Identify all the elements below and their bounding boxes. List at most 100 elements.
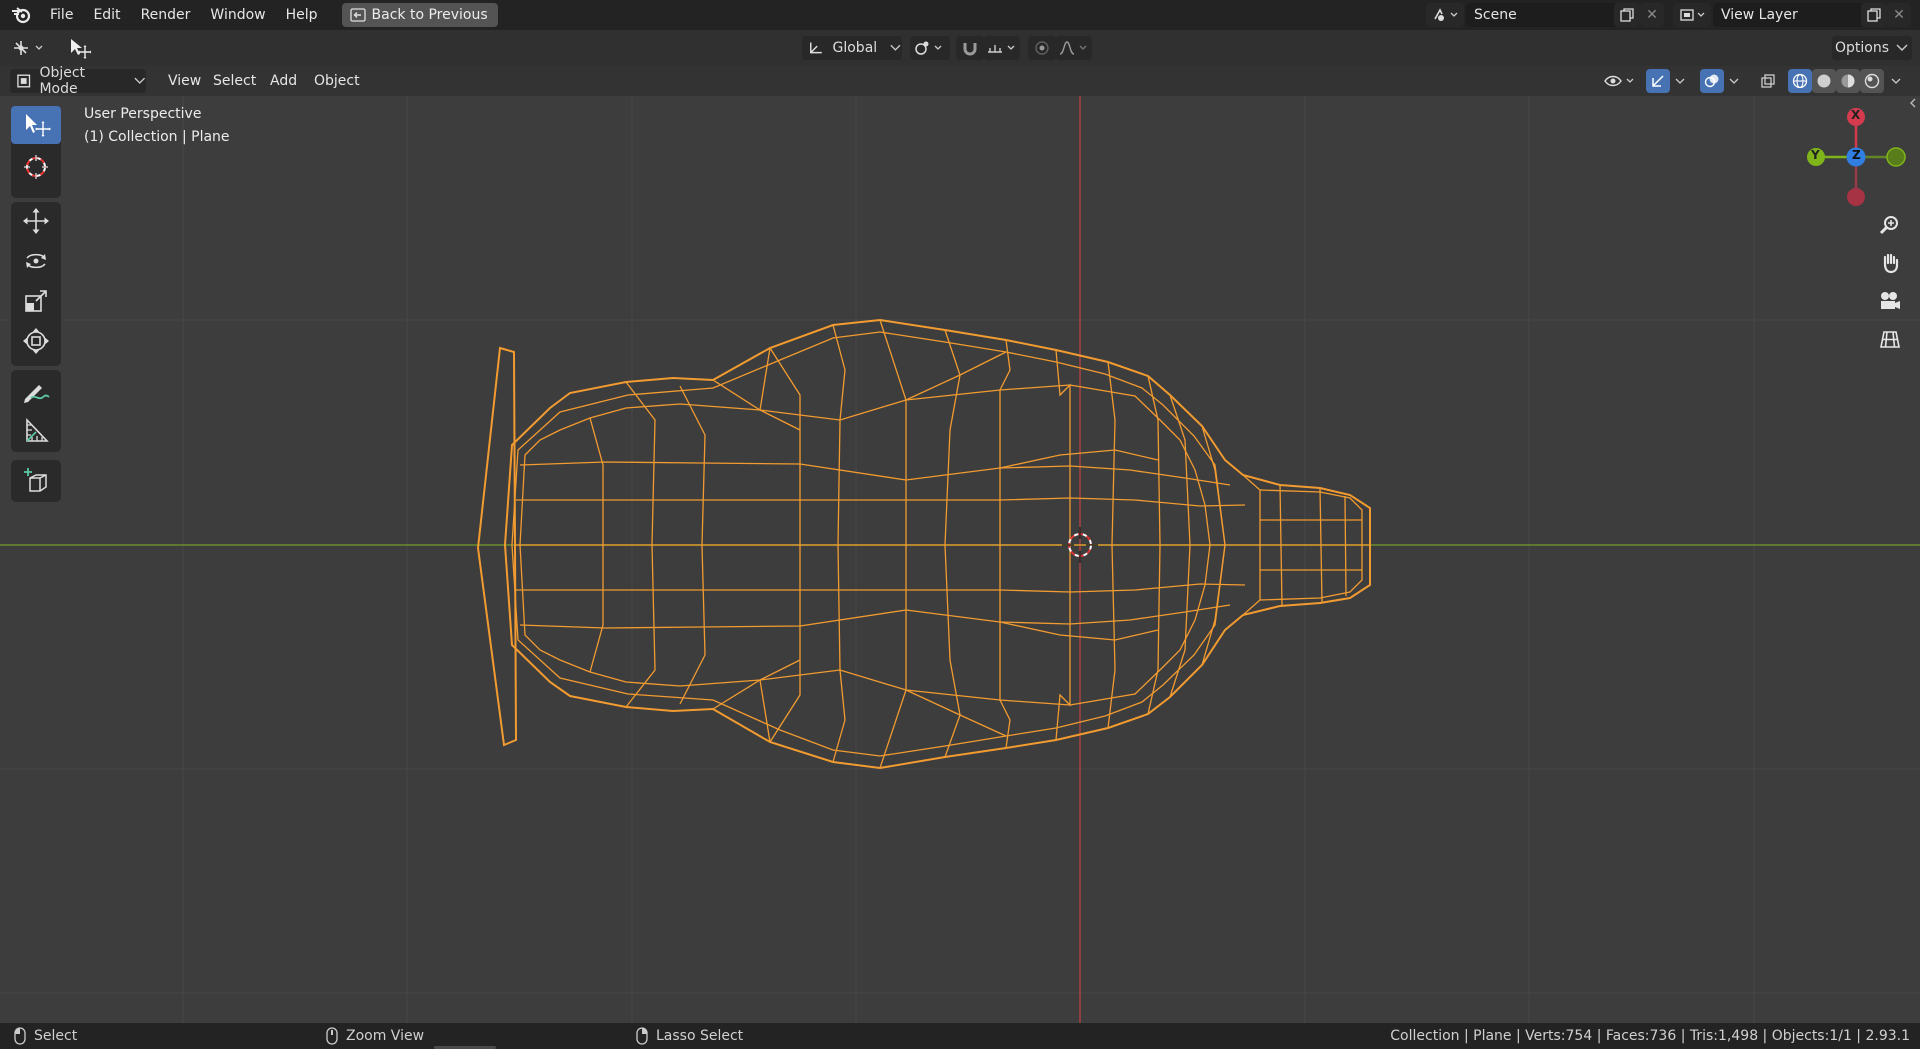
tool-select-box[interactable] [11, 106, 61, 144]
viewport-menu-view[interactable]: View [160, 69, 209, 93]
gizmo-options-dropdown[interactable] [1670, 69, 1690, 93]
scene-stats-text: Collection | Plane | Verts:754 | Faces:7… [1390, 1028, 1910, 1044]
shading-solid-button[interactable] [1812, 69, 1836, 93]
measure-ruler-icon [26, 418, 49, 442]
scale-icon [25, 290, 47, 312]
gizmo-icon [1652, 75, 1664, 87]
material-sphere-icon [1841, 74, 1855, 88]
show-overlays-toggle[interactable] [1700, 69, 1724, 93]
back-to-previous-button[interactable]: Back to Previous [341, 3, 498, 27]
view-layer-name-field[interactable]: View Layer [1713, 3, 1869, 27]
show-gizmo-toggle[interactable] [1646, 69, 1670, 93]
mode-value: Object Mode [39, 65, 86, 97]
zoom-button[interactable] [1875, 210, 1905, 240]
menu-file[interactable]: File [40, 0, 83, 30]
tool-annotate[interactable] [11, 372, 61, 410]
move-icon [23, 208, 49, 234]
close-icon: ✕ [1646, 7, 1658, 23]
chevron-down-icon [890, 44, 901, 51]
gizmo-y-label: Y [1811, 148, 1820, 162]
delete-view-layer-button[interactable]: ✕ [1887, 3, 1911, 27]
visibility-dropdown[interactable] [1600, 69, 1640, 93]
orthographic-toggle-button[interactable] [1875, 324, 1905, 354]
new-view-layer-button[interactable] [1861, 3, 1887, 27]
shading-rendered-button[interactable] [1860, 69, 1884, 93]
sidebar-toggle[interactable] [1906, 96, 1920, 110]
3d-viewport[interactable]: User Perspective (1) Collection | Plane [0, 96, 1920, 1023]
mouse-left-icon [14, 1027, 26, 1045]
transform-orientation-dropdown[interactable]: Global [802, 36, 902, 60]
view-layer-name: View Layer [1721, 7, 1798, 23]
tool-move[interactable] [11, 202, 61, 240]
camera-view-button[interactable] [1875, 286, 1905, 316]
blender-logo-icon[interactable] [8, 0, 34, 30]
select-box-icon [26, 114, 51, 137]
snap-toggle[interactable] [956, 36, 984, 60]
delete-scene-button[interactable]: ✕ [1640, 3, 1664, 27]
object-mode-icon [17, 74, 31, 88]
proportional-falloff-dropdown[interactable] [1056, 36, 1092, 60]
menu-edit[interactable]: Edit [83, 0, 130, 30]
tool-cursor[interactable] [11, 148, 61, 186]
rendered-sphere-icon [1864, 73, 1880, 89]
pivot-point-dropdown[interactable] [910, 36, 950, 60]
orientation-axes-icon [810, 42, 822, 54]
zoom-magnifier-icon [1879, 216, 1898, 235]
new-scene-button[interactable] [1614, 3, 1640, 27]
editor-type-button[interactable] [8, 36, 50, 60]
viewport-menu-object[interactable]: Object [306, 69, 368, 93]
shading-options-dropdown[interactable] [1886, 69, 1906, 93]
menu-help[interactable]: Help [276, 0, 328, 30]
status-left-click: Select [14, 1023, 77, 1049]
pan-button[interactable] [1875, 248, 1905, 278]
viewport-menu-select[interactable]: Select [205, 69, 264, 93]
tool-rotate[interactable] [11, 242, 61, 280]
shading-material-button[interactable] [1836, 69, 1860, 93]
cursor-icon [24, 155, 48, 179]
status-left-label: Select [34, 1028, 78, 1044]
gizmo-x-label: X [1851, 108, 1861, 122]
scene-browse-button[interactable] [1426, 3, 1464, 27]
scene-icon [1434, 8, 1458, 21]
tool-add-cube[interactable] [11, 462, 61, 500]
options-dropdown[interactable]: Options [1832, 36, 1912, 60]
3d-viewport-icon [14, 41, 43, 55]
wireframe-sphere-icon [1792, 73, 1808, 89]
view-layer-icon [1680, 9, 1705, 21]
active-tool-select-box-icon[interactable] [64, 36, 94, 60]
scene-name: Scene [1474, 7, 1517, 23]
shading-wireframe-button[interactable] [1788, 69, 1812, 93]
hand-icon [1883, 253, 1899, 274]
rotate-icon [26, 253, 46, 269]
mode-dropdown[interactable]: Object Mode [10, 65, 146, 97]
snap-target-dropdown[interactable] [984, 36, 1020, 60]
transform-icon [23, 328, 49, 354]
menu-render[interactable]: Render [131, 0, 201, 30]
gizmo-neg-y-axis [1886, 147, 1906, 167]
view-layer-browse-button[interactable] [1673, 3, 1711, 27]
transform-orientation-value: Global [832, 40, 878, 56]
xray-toggle[interactable] [1756, 69, 1780, 93]
view-name-label: User Perspective [84, 106, 202, 122]
top-menubar: File Edit Render Window Help Back to Pre… [0, 0, 1920, 30]
chevron-down-icon [1891, 78, 1901, 84]
gizmo-z-label: Z [1852, 148, 1861, 162]
menu-window[interactable]: Window [200, 0, 275, 30]
viewport-menu-add[interactable]: Add [262, 69, 305, 93]
add-cube-icon [24, 468, 47, 492]
overlays-icon [1704, 74, 1719, 88]
falloff-curve-icon [1059, 41, 1087, 55]
proportional-editing-toggle[interactable] [1028, 36, 1056, 60]
overlays-options-dropdown[interactable] [1724, 69, 1744, 93]
selected-mesh-wireframe [476, 318, 1371, 770]
status-right-click: Lasso Select [636, 1023, 743, 1049]
tool-measure[interactable] [11, 412, 61, 450]
chevron-down-icon [1675, 78, 1685, 84]
chevron-down-icon [133, 77, 145, 84]
chevron-left-icon [1910, 98, 1916, 108]
tool-transform[interactable] [11, 322, 61, 360]
tool-scale[interactable] [11, 282, 61, 320]
chevron-down-icon [1729, 78, 1739, 84]
viewport-canvas [0, 96, 1920, 1023]
scene-name-field[interactable]: Scene [1466, 3, 1622, 27]
